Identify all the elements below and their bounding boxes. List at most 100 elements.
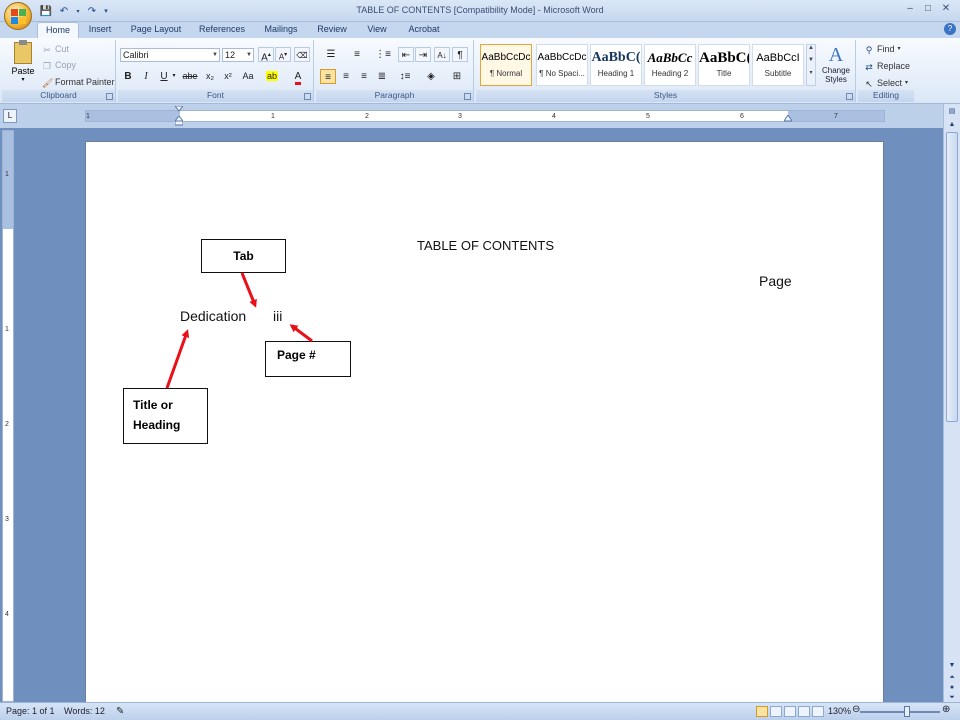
- subscript-button[interactable]: x₂: [202, 69, 218, 84]
- find-button[interactable]: ⚲ Find ▾: [864, 43, 901, 56]
- dialog-launcher-icon[interactable]: [304, 93, 311, 100]
- decrease-indent-icon: ⇤: [401, 50, 411, 61]
- maximize-button[interactable]: □: [920, 2, 936, 16]
- minimize-button[interactable]: –: [902, 2, 918, 16]
- hanging-indent-marker[interactable]: [173, 115, 185, 129]
- align-right-button[interactable]: ≡: [356, 69, 372, 84]
- select-button[interactable]: ↖ Select ▾: [864, 77, 908, 90]
- multilevel-list-button[interactable]: ⋮≡: [372, 47, 394, 62]
- tab-review[interactable]: Review: [312, 22, 352, 38]
- scroll-thumb[interactable]: [946, 132, 958, 422]
- zoom-in-icon[interactable]: ⊕: [942, 704, 950, 715]
- decrease-indent-button[interactable]: ⇤: [398, 47, 414, 62]
- chevron-down-icon[interactable]: ▼: [807, 57, 815, 63]
- paintbrush-icon: 🖌: [42, 77, 54, 88]
- document-page[interactable]: TABLE OF CONTENTS Page Dedication iii Ta…: [85, 141, 884, 706]
- full-screen-reading-button[interactable]: [770, 706, 782, 717]
- tab-insert[interactable]: Insert: [83, 22, 117, 38]
- style-name: ¶ Normal: [489, 69, 523, 78]
- cut-button[interactable]: ✂ Cut: [42, 43, 69, 56]
- numbering-button[interactable]: ≡: [346, 47, 368, 62]
- vertical-ruler[interactable]: 1 1 2 3 4: [2, 130, 14, 702]
- sort-button[interactable]: A↓: [434, 47, 450, 62]
- align-left-button[interactable]: ≡: [320, 69, 336, 84]
- office-button[interactable]: [4, 2, 32, 30]
- close-button[interactable]: ✕: [938, 2, 954, 16]
- style-sample: AaBbC(: [699, 50, 749, 66]
- change-styles-button[interactable]: A Change Styles: [818, 44, 854, 84]
- style-heading-2[interactable]: AaBbCc Heading 2: [644, 44, 696, 86]
- page-count[interactable]: Page: 1 of 1: [6, 706, 55, 716]
- chevron-down-icon: ▼: [246, 52, 252, 58]
- style-subtitle[interactable]: AaBbCcI Subtitle: [752, 44, 804, 86]
- bullets-button[interactable]: ☰: [320, 47, 342, 62]
- clear-formatting-button[interactable]: ⌫: [294, 47, 310, 62]
- draft-view-button[interactable]: [812, 706, 824, 717]
- zoom-slider-knob[interactable]: [904, 706, 910, 717]
- horizontal-ruler[interactable]: 1 1 2 3 4 5 6 7: [85, 110, 885, 122]
- dialog-launcher-icon[interactable]: [846, 93, 853, 100]
- font-color-icon: A: [294, 72, 302, 85]
- superscript-button[interactable]: x²: [220, 69, 236, 84]
- dialog-launcher-icon[interactable]: [464, 93, 471, 100]
- tab-view[interactable]: View: [360, 22, 394, 38]
- font-color-button[interactable]: A: [288, 69, 308, 85]
- web-layout-button[interactable]: [784, 706, 796, 717]
- tab-acrobat[interactable]: Acrobat: [402, 22, 446, 38]
- scroll-up-icon[interactable]: ▲: [946, 119, 958, 131]
- line-spacing-button[interactable]: ↕≡: [394, 69, 416, 84]
- copy-button[interactable]: ❐ Copy: [42, 59, 76, 72]
- chevron-down-icon[interactable]: ▾: [170, 69, 178, 84]
- tab-selector-button[interactable]: L: [3, 109, 17, 123]
- tab-page-layout[interactable]: Page Layout: [126, 22, 186, 38]
- more-icon[interactable]: ▾: [807, 69, 815, 76]
- borders-button[interactable]: ⊞: [446, 69, 468, 84]
- style-no-spacing[interactable]: AaBbCcDc ¶ No Spaci...: [536, 44, 588, 86]
- tab-references[interactable]: References: [194, 22, 250, 38]
- shading-button[interactable]: ◈: [420, 69, 442, 84]
- format-painter-button[interactable]: 🖌 Format Painter: [42, 76, 115, 89]
- shrink-font-button[interactable]: A▾: [275, 47, 291, 62]
- align-right-icon: ≡: [361, 71, 367, 82]
- font-size-combo[interactable]: 12 ▼: [222, 48, 254, 62]
- clipboard-group-label: Clipboard: [2, 90, 115, 102]
- strikethrough-button[interactable]: abe: [180, 69, 200, 84]
- proofing-icon[interactable]: ✎: [116, 706, 124, 717]
- change-case-button[interactable]: Aa: [238, 69, 258, 84]
- ruler-number: 1: [5, 326, 9, 333]
- style-heading-1[interactable]: AaBbC( Heading 1: [590, 44, 642, 86]
- grow-font-button[interactable]: A▴: [258, 47, 274, 63]
- zoom-out-icon[interactable]: ⊖: [852, 704, 860, 715]
- align-center-button[interactable]: ≡: [338, 69, 354, 84]
- show-hide-button[interactable]: ¶: [452, 47, 468, 62]
- cut-label: Cut: [55, 44, 70, 54]
- style-normal[interactable]: AaBbCcDc ¶ Normal: [480, 44, 532, 86]
- font-name-combo[interactable]: Calibri ▼: [120, 48, 220, 62]
- replace-button[interactable]: ⇄ Replace: [864, 60, 910, 73]
- chevron-up-icon[interactable]: ▲: [807, 45, 815, 51]
- vertical-scrollbar[interactable]: ▤ ▲ ▼ ⏶ ● ⏷: [943, 104, 960, 702]
- help-icon[interactable]: ?: [944, 23, 956, 35]
- ruler-toggle-icon[interactable]: ▤: [946, 106, 958, 118]
- right-indent-marker[interactable]: [783, 114, 793, 126]
- paste-button[interactable]: Paste ▾: [8, 40, 38, 86]
- zoom-level[interactable]: 130%: [828, 706, 851, 716]
- style-title[interactable]: AaBbC( Title: [698, 44, 750, 86]
- outline-view-button[interactable]: [798, 706, 810, 717]
- bold-button[interactable]: B: [120, 69, 136, 84]
- zoom-slider[interactable]: [860, 711, 940, 713]
- scroll-down-icon[interactable]: ▼: [946, 660, 958, 672]
- tab-mailings[interactable]: Mailings: [258, 22, 304, 38]
- dialog-launcher-icon[interactable]: [106, 93, 113, 100]
- increase-indent-button[interactable]: ⇥: [415, 47, 431, 62]
- print-layout-view-button[interactable]: [756, 706, 768, 717]
- italic-button[interactable]: I: [138, 69, 154, 84]
- tab-home[interactable]: Home: [37, 22, 79, 38]
- justify-button[interactable]: ≣: [374, 69, 390, 84]
- first-line-indent-marker[interactable]: [173, 105, 185, 116]
- highlight-button[interactable]: ab: [262, 69, 282, 84]
- styles-gallery-scroll[interactable]: ▲ ▼ ▾: [806, 44, 816, 86]
- pilcrow-icon: ¶: [457, 50, 463, 61]
- word-count[interactable]: Words: 12: [64, 706, 105, 716]
- chevron-down-icon: ▾: [21, 77, 25, 83]
